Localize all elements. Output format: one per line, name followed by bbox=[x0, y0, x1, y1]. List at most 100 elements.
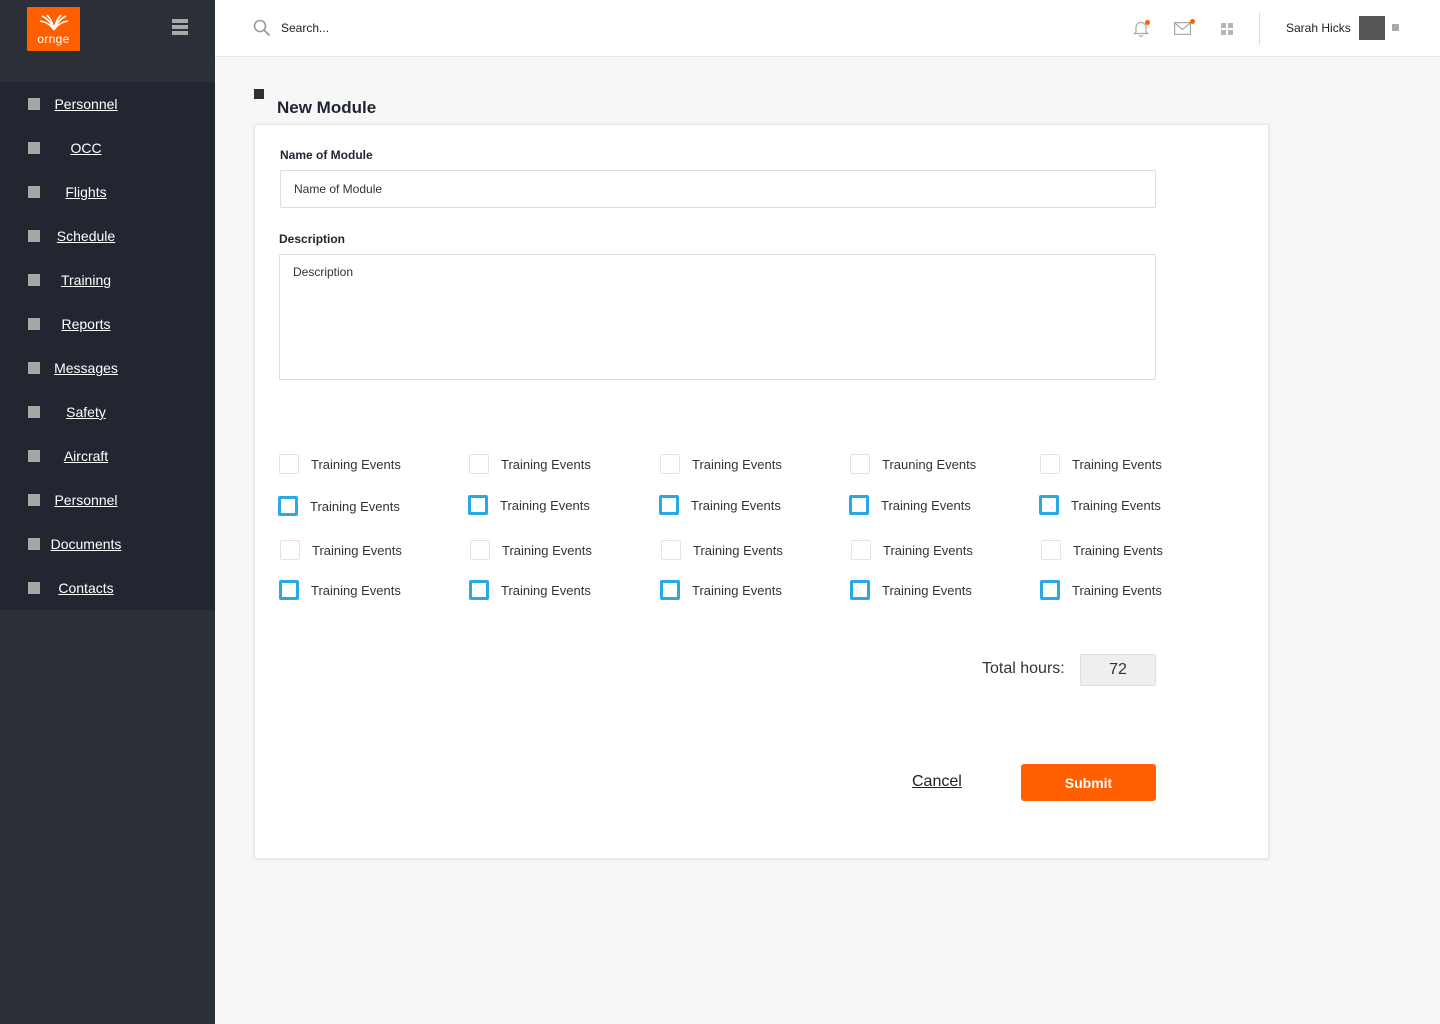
checkbox-label: Training Events bbox=[312, 542, 402, 558]
bell-icon[interactable] bbox=[1133, 20, 1150, 42]
checkbox-box[interactable] bbox=[278, 496, 298, 516]
checkbox-row: Training Events Training Events Training… bbox=[278, 454, 1228, 496]
training-event-checkbox[interactable]: Training Events bbox=[469, 580, 591, 600]
checkbox-box[interactable] bbox=[1041, 540, 1061, 560]
training-event-checkbox[interactable]: Training Events bbox=[849, 495, 971, 515]
sidebar-item-safety[interactable]: Safety bbox=[0, 390, 215, 434]
sidebar-item-label: Personnel bbox=[54, 96, 118, 112]
checkbox-box[interactable] bbox=[279, 454, 299, 474]
page-title: New Module bbox=[277, 98, 377, 117]
checkbox-box[interactable] bbox=[659, 495, 679, 515]
training-event-checkbox[interactable]: Training Events bbox=[661, 540, 783, 560]
sidebar-item-messages[interactable]: Messages bbox=[0, 346, 215, 390]
checkbox-box[interactable] bbox=[280, 540, 300, 560]
checkbox-box[interactable] bbox=[1040, 454, 1060, 474]
training-event-checkbox[interactable]: Training Events bbox=[1039, 495, 1161, 515]
training-event-checkbox[interactable]: Training Events bbox=[278, 496, 400, 516]
training-event-checkbox[interactable]: Training Events bbox=[660, 580, 782, 600]
training-event-checkbox[interactable]: Training Events bbox=[468, 495, 590, 515]
checkbox-box[interactable] bbox=[851, 540, 871, 560]
sidebar-item-schedule[interactable]: Schedule bbox=[0, 214, 215, 258]
sidebar: ornge Personnel OCC Flights Schedule Tra… bbox=[0, 0, 215, 1024]
total-hours-value: 72 bbox=[1080, 654, 1156, 686]
sidebar-item-label: Personnel bbox=[54, 492, 118, 508]
search-input[interactable] bbox=[281, 18, 581, 38]
checkbox-box[interactable] bbox=[279, 580, 299, 600]
checkbox-box[interactable] bbox=[1039, 495, 1059, 515]
training-event-checkbox[interactable]: Training Events bbox=[279, 454, 401, 474]
checkbox-box[interactable] bbox=[660, 580, 680, 600]
checkbox-label: Training Events bbox=[311, 456, 401, 472]
training-event-checkbox[interactable]: Training Events bbox=[469, 454, 591, 474]
sidebar-item-label: Safety bbox=[66, 404, 106, 420]
user-menu-icon[interactable] bbox=[1392, 24, 1399, 31]
training-event-checkbox[interactable]: Training Events bbox=[659, 495, 781, 515]
checkbox-box[interactable] bbox=[661, 540, 681, 560]
training-event-checkbox[interactable]: Training Events bbox=[1040, 580, 1162, 600]
checkbox-box[interactable] bbox=[849, 495, 869, 515]
notification-dot bbox=[1145, 20, 1150, 25]
search-icon bbox=[253, 19, 270, 36]
top-header: Sarah Hicks bbox=[215, 0, 1440, 57]
training-event-checkbox[interactable]: Training Events bbox=[279, 580, 401, 600]
checkbox-box[interactable] bbox=[850, 454, 870, 474]
description-label: Description bbox=[279, 232, 346, 246]
sidebar-item-contacts[interactable]: Contacts bbox=[0, 566, 215, 610]
sidebar-item-occ[interactable]: OCC bbox=[0, 126, 215, 170]
checkbox-label: Training Events bbox=[1072, 456, 1162, 472]
checkbox-label: Training Events bbox=[692, 582, 782, 598]
checkbox-label: Training Events bbox=[1073, 542, 1163, 558]
sidebar-item-personnel[interactable]: Personnel bbox=[0, 82, 215, 126]
grid-icon[interactable] bbox=[1221, 22, 1233, 40]
sidebar-nav: Personnel OCC Flights Schedule Training … bbox=[0, 82, 215, 610]
logo-bar: ornge bbox=[0, 0, 215, 82]
checkbox-label: Training Events bbox=[310, 498, 400, 514]
description-textarea[interactable] bbox=[279, 254, 1156, 380]
sidebar-item-aircraft[interactable]: Aircraft bbox=[0, 434, 215, 478]
checkbox-box[interactable] bbox=[469, 454, 489, 474]
sidebar-item-personnel-2[interactable]: Personnel bbox=[0, 478, 215, 522]
checkbox-label: Training Events bbox=[883, 542, 973, 558]
checkbox-label: Training Events bbox=[501, 456, 591, 472]
sidebar-item-documents[interactable]: Documents bbox=[0, 522, 215, 566]
training-event-checkbox[interactable]: Training Events bbox=[850, 580, 972, 600]
training-event-checkbox[interactable]: Trauning Events bbox=[850, 454, 976, 474]
training-event-checkbox[interactable]: Training Events bbox=[851, 540, 973, 560]
training-event-checkbox[interactable]: Training Events bbox=[470, 540, 592, 560]
checkbox-label: Training Events bbox=[693, 542, 783, 558]
cancel-button[interactable]: Cancel bbox=[912, 773, 962, 791]
menu-toggle-icon[interactable] bbox=[172, 19, 188, 35]
checkbox-label: Trauning Events bbox=[882, 456, 977, 472]
submit-button[interactable]: Submit bbox=[1021, 764, 1156, 801]
checkbox-box[interactable] bbox=[1040, 580, 1060, 600]
training-event-checkbox[interactable]: Training Events bbox=[1041, 540, 1163, 560]
sidebar-item-label: Documents bbox=[50, 536, 122, 552]
name-of-module-label: Name of Module bbox=[280, 148, 373, 162]
checkbox-box[interactable] bbox=[468, 495, 488, 515]
training-event-checkbox[interactable]: Training Events bbox=[660, 454, 782, 474]
sidebar-item-label: Aircraft bbox=[63, 448, 109, 464]
sidebar-item-training[interactable]: Training bbox=[0, 258, 215, 302]
training-event-checkbox[interactable]: Training Events bbox=[1040, 454, 1162, 474]
checkbox-label: Training Events bbox=[692, 456, 782, 472]
name-of-module-input[interactable] bbox=[280, 170, 1156, 208]
checkbox-label: Training Events bbox=[502, 542, 592, 558]
checkbox-label: Training Events bbox=[311, 582, 401, 598]
checkbox-box[interactable] bbox=[469, 580, 489, 600]
avatar[interactable] bbox=[1359, 16, 1385, 40]
checkbox-box[interactable] bbox=[660, 454, 680, 474]
mail-icon[interactable] bbox=[1174, 19, 1195, 40]
training-event-checkbox[interactable]: Training Events bbox=[280, 540, 402, 560]
sidebar-item-reports[interactable]: Reports bbox=[0, 302, 215, 346]
checkbox-label: Training Events bbox=[500, 497, 590, 513]
sidebar-item-label: OCC bbox=[70, 140, 102, 156]
sidebar-item-flights[interactable]: Flights bbox=[0, 170, 215, 214]
sidebar-item-label: Messages bbox=[54, 360, 118, 376]
checkbox-box[interactable] bbox=[470, 540, 490, 560]
brand-logo[interactable]: ornge bbox=[27, 7, 80, 51]
checkbox-box[interactable] bbox=[850, 580, 870, 600]
sidebar-item-label: Reports bbox=[61, 316, 111, 332]
logo-text: ornge bbox=[37, 31, 70, 46]
sidebar-item-label: Contacts bbox=[58, 580, 114, 596]
checkbox-row: Training Events Training Events Training… bbox=[278, 495, 1228, 538]
